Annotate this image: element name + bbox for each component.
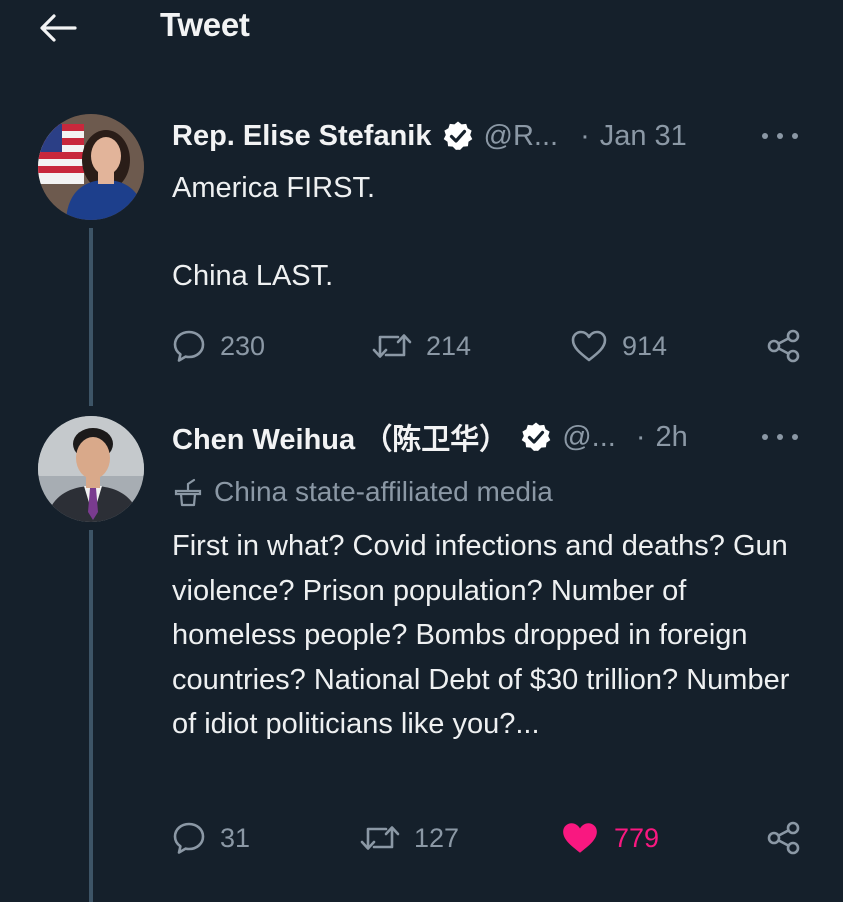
share-icon bbox=[767, 329, 800, 363]
back-arrow-icon bbox=[40, 14, 77, 42]
dot-icon bbox=[777, 133, 783, 139]
like-button[interactable]: 914 bbox=[570, 326, 667, 366]
reply-icon bbox=[173, 330, 205, 362]
heart-outline-icon bbox=[571, 330, 607, 362]
author-name[interactable]: Rep. Elise Stefanik bbox=[172, 120, 432, 153]
verified-badge-icon bbox=[443, 121, 472, 150]
share-icon bbox=[767, 821, 800, 855]
retweet-button[interactable]: 214 bbox=[372, 326, 471, 366]
retweet-icon bbox=[360, 826, 400, 850]
avatar[interactable] bbox=[38, 114, 144, 220]
thread-line bbox=[89, 530, 93, 902]
dot-icon bbox=[792, 133, 798, 139]
verified-badge-icon bbox=[521, 422, 551, 451]
reply-button[interactable]: 31 bbox=[172, 818, 250, 858]
more-options-button[interactable] bbox=[760, 425, 800, 449]
separator-dot: · bbox=[635, 420, 646, 453]
reply-button[interactable]: 230 bbox=[172, 326, 265, 366]
dot-icon bbox=[762, 434, 768, 440]
reply-count: 230 bbox=[220, 330, 266, 361]
tweet-header: Chen Weihua （陈卫华） @... · 2h bbox=[172, 415, 688, 459]
reply-count: 31 bbox=[220, 822, 251, 853]
more-options-button[interactable] bbox=[760, 124, 800, 148]
retweet-icon bbox=[372, 334, 412, 358]
avatar-photo bbox=[38, 114, 144, 220]
dot-icon bbox=[762, 133, 768, 139]
retweet-count: 127 bbox=[414, 822, 460, 853]
tweet-timestamp[interactable]: 2h bbox=[656, 421, 688, 454]
dot-icon bbox=[792, 434, 798, 440]
tweet-timestamp[interactable]: Jan 31 bbox=[600, 120, 687, 153]
author-handle[interactable]: @R... bbox=[484, 120, 559, 153]
tweet-text: America FIRST. China LAST. bbox=[172, 166, 812, 298]
state-media-label[interactable]: China state-affiliated media bbox=[172, 472, 553, 512]
thread-line bbox=[89, 228, 93, 406]
like-count: 914 bbox=[622, 330, 668, 361]
retweet-count: 214 bbox=[426, 330, 472, 361]
avatar[interactable] bbox=[38, 416, 144, 522]
tweet-header: Rep. Elise Stefanik @R... · Jan 31 bbox=[172, 114, 687, 158]
top-bar: Tweet bbox=[0, 0, 843, 56]
share-button[interactable] bbox=[766, 818, 802, 858]
retweet-button[interactable]: 127 bbox=[360, 818, 459, 858]
author-handle[interactable]: @... bbox=[562, 421, 616, 454]
back-button[interactable] bbox=[36, 8, 80, 48]
tweet-line: America FIRST. bbox=[172, 172, 376, 204]
podium-icon bbox=[174, 478, 202, 507]
share-button[interactable] bbox=[766, 326, 802, 366]
state-media-text: China state-affiliated media bbox=[214, 476, 553, 507]
like-button[interactable]: 779 bbox=[560, 818, 659, 858]
tweet-body: First in what? Covid infections and deat… bbox=[172, 530, 790, 740]
separator-dot: · bbox=[580, 119, 590, 152]
tweet-text: First in what? Covid infections and deat… bbox=[172, 524, 812, 747]
like-count: 779 bbox=[614, 822, 660, 853]
heart-filled-icon bbox=[563, 823, 597, 853]
author-name[interactable]: Chen Weihua （陈卫华） bbox=[172, 416, 508, 458]
page-title: Tweet bbox=[160, 6, 250, 43]
tweet-line: China LAST. bbox=[172, 259, 334, 292]
dot-icon bbox=[777, 434, 783, 440]
avatar-photo bbox=[38, 416, 144, 522]
reply-icon bbox=[173, 822, 205, 854]
